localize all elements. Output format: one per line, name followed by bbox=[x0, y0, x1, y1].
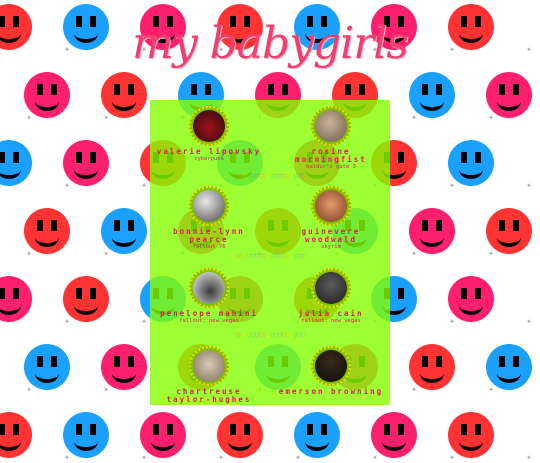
sparkle-icon: ✦ bbox=[488, 384, 495, 395]
sparkle-icon: ✦ bbox=[141, 452, 148, 463]
smiley-face-icon bbox=[0, 140, 32, 186]
card-name: chartreuse taylor-hughes bbox=[166, 387, 252, 404]
avatar-tan-icon[interactable] bbox=[315, 110, 347, 142]
character-card-rosine[interactable]: rosine morningfist baldur's gate 3 bbox=[276, 106, 386, 171]
avatar-night-icon[interactable] bbox=[315, 350, 347, 382]
character-card-emerson[interactable]: emerson browning bbox=[276, 346, 386, 396]
sparkle-icon: ✦ bbox=[218, 452, 225, 463]
page-title: my babygirls bbox=[132, 18, 409, 69]
character-card-bonnie[interactable]: bonnie-lynn pearce fallout 76 bbox=[154, 186, 264, 251]
sparkle-icon: ✦ bbox=[449, 316, 456, 327]
card-subtitle: fallout: new vegas bbox=[179, 318, 239, 324]
sparkle-icon: ✦ bbox=[295, 452, 302, 463]
avatar-street-icon[interactable] bbox=[193, 350, 225, 382]
character-card-chartreuse[interactable]: chartreuse taylor-hughes bbox=[154, 346, 264, 404]
character-card-penelope[interactable]: penelope mahini fallout: new vegas bbox=[154, 268, 264, 325]
avatar-frame bbox=[311, 106, 351, 146]
card-subtitle: cyberpunk bbox=[194, 156, 224, 162]
card-subtitle: skyrim bbox=[321, 244, 341, 250]
card-subtitle: fallout: new vegas bbox=[301, 318, 361, 324]
character-card-valerie[interactable]: valerie lipovsky cyberpunk bbox=[154, 106, 264, 163]
rainbow-hearts-icon: ♡♡♡♡♡♡♡♡♡♡♡♡♡♡♡♡♡♡ bbox=[235, 252, 306, 261]
sparkle-icon: ✦ bbox=[488, 112, 495, 123]
sparkle-icon: ✦ bbox=[411, 248, 418, 259]
card-panel: valerie lipovsky cyberpunk rosine mornin… bbox=[150, 100, 390, 405]
rainbow-hearts-icon: ♡♡♡♡♡♡♡♡♡♡♡♡♡♡♡♡♡♡ bbox=[235, 331, 306, 340]
sparkle-icon: ✦ bbox=[103, 384, 110, 395]
sparkle-icon: ✦ bbox=[103, 248, 110, 259]
card-name: emerson browning bbox=[278, 387, 384, 396]
avatar-frame bbox=[189, 268, 229, 308]
sparkle-icon: ✦ bbox=[488, 248, 495, 259]
sparkle-icon: ✦ bbox=[411, 112, 418, 123]
card-name: valerie lipovsky bbox=[156, 147, 262, 156]
sparkle-icon: ✦ bbox=[64, 316, 71, 327]
sparkle-icon: ✦ bbox=[103, 112, 110, 123]
avatar-frame bbox=[189, 106, 229, 146]
avatar-dark-icon[interactable] bbox=[315, 272, 347, 304]
avatar-snow-icon[interactable] bbox=[193, 272, 225, 304]
sparkle-icon: ✦ bbox=[64, 180, 71, 191]
sparkle-icon: ✦ bbox=[411, 384, 418, 395]
card-name: bonnie-lynn pearce bbox=[173, 227, 245, 244]
avatar-frame bbox=[189, 186, 229, 226]
character-card-julia[interactable]: julia cain fallout: new vegas bbox=[276, 268, 386, 325]
avatar-frame bbox=[311, 346, 351, 386]
sparkle-icon: ✦ bbox=[526, 316, 533, 327]
sparkle-icon: ✦ bbox=[26, 112, 33, 123]
sparkle-icon: ✦ bbox=[526, 452, 533, 463]
avatar-frame bbox=[189, 346, 229, 386]
sparkle-icon: ✦ bbox=[64, 452, 71, 463]
sparkle-icon: ✦ bbox=[141, 180, 148, 191]
sparkle-icon: ✦ bbox=[372, 452, 379, 463]
avatar-warm-icon[interactable] bbox=[315, 190, 347, 222]
card-name: penelope mahini bbox=[160, 309, 258, 318]
card-name: julia cain bbox=[298, 309, 364, 318]
avatar-grey-icon[interactable] bbox=[193, 190, 225, 222]
avatar-frame bbox=[311, 268, 351, 308]
sparkle-icon: ✦ bbox=[141, 316, 148, 327]
rainbow-hearts-icon: ♡♡♡♡♡♡♡♡♡♡♡♡♡♡♡♡♡♡ bbox=[235, 172, 306, 181]
avatar-frame bbox=[311, 186, 351, 226]
sparkle-icon: ✦ bbox=[449, 452, 456, 463]
card-subtitle: fallout 76 bbox=[192, 244, 226, 250]
card-name: rosine morningfist bbox=[295, 147, 367, 164]
card-name: guinevere woodwald bbox=[301, 227, 361, 244]
card-subtitle: baldur's gate 3 bbox=[306, 164, 356, 170]
sparkle-icon: ✦ bbox=[449, 180, 456, 191]
avatar-red-dark-icon[interactable] bbox=[193, 110, 225, 142]
smiley-face-icon bbox=[0, 276, 32, 322]
smiley-face-icon bbox=[0, 412, 32, 458]
character-card-guinevere[interactable]: guinevere woodwald skyrim bbox=[276, 186, 386, 251]
sparkle-icon: ✦ bbox=[26, 384, 33, 395]
sparkle-icon: ✦ bbox=[26, 248, 33, 259]
sparkle-icon: ✦ bbox=[526, 180, 533, 191]
